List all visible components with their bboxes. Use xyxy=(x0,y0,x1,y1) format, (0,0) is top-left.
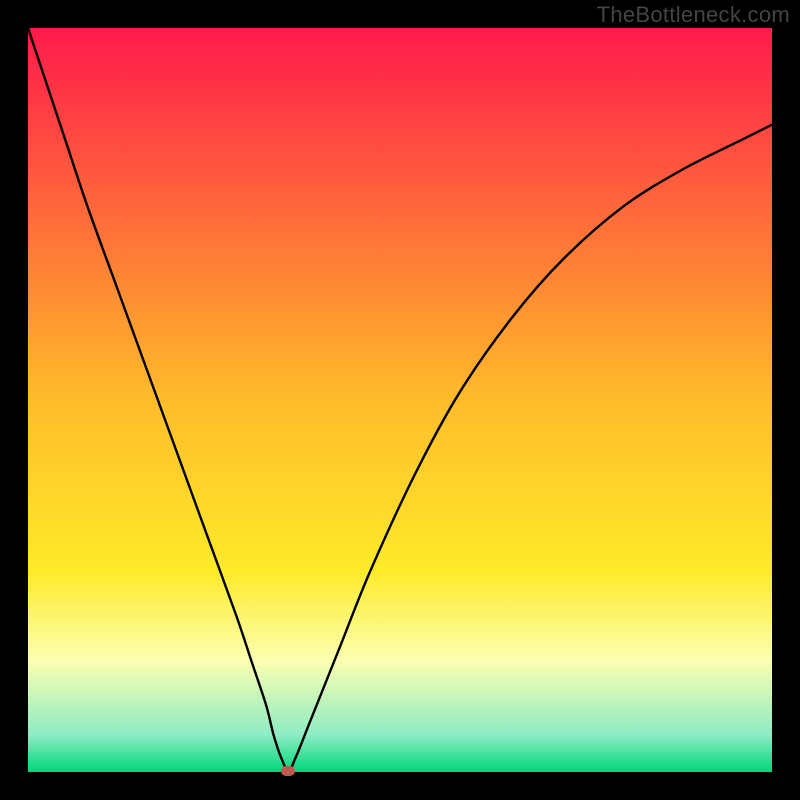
chart-frame: TheBottleneck.com xyxy=(0,0,800,800)
chart-svg xyxy=(28,28,772,772)
chart-plot-area xyxy=(28,28,772,772)
bottleneck-marker xyxy=(281,766,295,776)
chart-background xyxy=(28,28,772,772)
watermark-text: TheBottleneck.com xyxy=(597,2,790,28)
